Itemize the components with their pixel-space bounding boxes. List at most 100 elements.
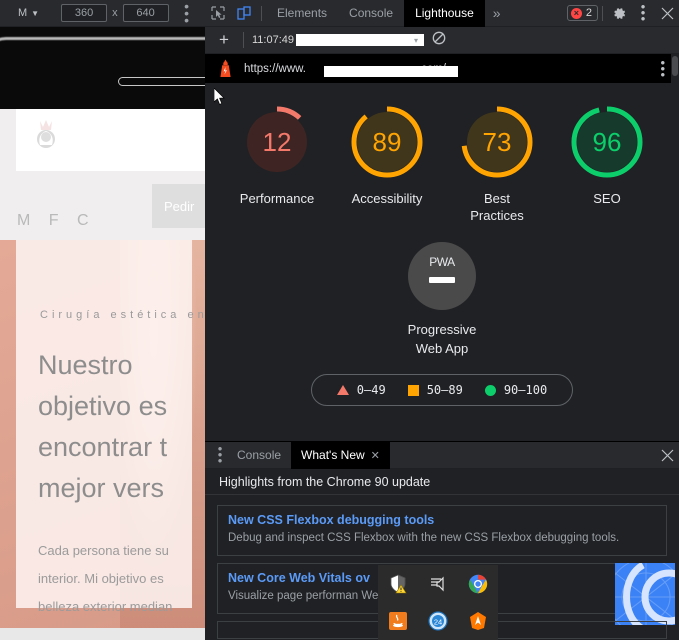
close-icon[interactable]: ✕: [371, 449, 380, 462]
device-width-input[interactable]: 360: [61, 4, 108, 22]
volume-speaker-icon[interactable]: [425, 571, 451, 597]
report-menu-icon[interactable]: • • •: [660, 56, 665, 81]
gauge-label-line1: Best: [483, 191, 510, 206]
gauge-ring: 73: [458, 103, 536, 181]
legend-item-low: 0–49: [336, 383, 386, 397]
device-options-menu-icon[interactable]: • • •: [184, 0, 189, 27]
inspect-cursor-icon[interactable]: [205, 0, 231, 26]
windows-defender-warning-icon[interactable]: [385, 571, 411, 597]
audit-run-select[interactable]: 11:07:49 ▾: [252, 34, 425, 46]
gauge-seo[interactable]: 96 SEO: [558, 103, 656, 224]
gauge-score-value: 89: [372, 126, 402, 157]
page-footer: [0, 628, 205, 640]
drawer-tab-label: Console: [237, 448, 282, 462]
drawer-close-icon[interactable]: [655, 443, 679, 467]
hero-headline-line: encontrar t: [38, 432, 168, 462]
chrome-icon[interactable]: [465, 571, 491, 597]
system-tray-popup: 24: [378, 565, 498, 640]
chevron-down-icon: ▾: [414, 35, 419, 45]
hero-body-line: interior. Mi objetivo es: [38, 571, 164, 586]
hero-kicker: Cirugía estética en: [40, 309, 205, 321]
error-circle-icon: ×: [570, 7, 582, 19]
lighthouse-beacon-icon: [220, 59, 231, 77]
toolbar-divider: [261, 5, 262, 21]
gauge-label: Accessibility: [351, 191, 423, 206]
lighthouse-toolbar: + 11:07:49 ▾: [205, 27, 679, 54]
emulated-viewport[interactable]: M F C Pedir Cirugía estética en Nuestro …: [0, 27, 205, 640]
mouse-cursor-icon: [214, 88, 225, 105]
toolbar-divider: [243, 32, 244, 48]
gauge-score-value: 96: [592, 126, 622, 157]
hero-headline: Nuestro objetivo es encontrar t mejor ve…: [38, 345, 205, 509]
score-gauges: 12 Performance 89 Accessibility 73 Best …: [205, 103, 679, 224]
hero-headline-line: Nuestro: [38, 350, 133, 380]
gauge-ring: 89: [348, 103, 426, 181]
legend-range: 0–49: [356, 383, 386, 397]
redacted-domain: [324, 65, 458, 77]
gauge-label: SEO: [593, 191, 621, 206]
audit-run-timestamp: 11:07:49: [252, 34, 295, 46]
drawer-tab-whats-new[interactable]: What's New ✕: [291, 441, 390, 469]
error-count-badge[interactable]: × 2: [566, 5, 598, 21]
hero-body-line: Cada persona tiene su: [38, 543, 169, 558]
audited-url-bar: https://www.redactedsitedomainxx.com/ ••…: [205, 54, 679, 83]
item-description: Debug and inspect CSS Flexbox with the n…: [228, 532, 620, 544]
devtools-panel: Elements Console Lighthouse » × 2 •••: [205, 0, 679, 640]
avast-icon[interactable]: [465, 608, 491, 634]
pwa-badge-text: PWA: [429, 255, 455, 269]
legend-item-medium: 50–89: [407, 383, 463, 397]
scrollbar-thumb[interactable]: [672, 56, 678, 76]
whats-new-item[interactable]: New CSS Flexbox debugging tools Debug an…: [217, 505, 667, 556]
item-banner-graphic: [615, 563, 675, 625]
score-legend: 0–49 50–89 90–100: [311, 374, 573, 406]
devtools-menu-icon[interactable]: • • •: [631, 0, 655, 25]
error-count: 2: [585, 7, 592, 19]
report-scrollbar[interactable]: [671, 54, 679, 433]
clear-ban-icon[interactable]: [432, 31, 446, 50]
java-icon[interactable]: [385, 608, 411, 634]
pwa-label: Progressive Web App: [407, 322, 477, 356]
tab-console[interactable]: Console: [338, 0, 404, 27]
site-cta-button[interactable]: Pedir: [152, 184, 205, 228]
gauge-score-value: 73: [482, 126, 512, 157]
gauge-label-line2: Practices: [470, 208, 524, 223]
close-icon[interactable]: [655, 1, 679, 25]
gauge-best-practices[interactable]: 73 Best Practices: [448, 103, 546, 224]
redacted-run-name: [296, 34, 425, 46]
updater-24-icon[interactable]: 24: [425, 608, 451, 634]
tab-elements[interactable]: Elements: [266, 0, 338, 27]
hero-body-line: belleza exterior median: [38, 599, 173, 614]
gauge-accessibility[interactable]: 89 Accessibility: [338, 103, 436, 224]
legend-item-high: 90–100: [484, 383, 547, 397]
gauge-performance[interactable]: 12 Performance: [228, 103, 326, 224]
chevron-down-icon: ▼: [31, 8, 40, 18]
device-toolbar: M ▼ 360 x 640 • • •: [0, 0, 205, 27]
circle-icon: [484, 384, 496, 396]
device-height-input[interactable]: 640: [122, 4, 169, 22]
audited-url[interactable]: https://www.redactedsitedomainxx.com/: [244, 63, 458, 77]
item-title[interactable]: New CSS Flexbox debugging tools: [228, 513, 656, 527]
dash-icon: [429, 277, 455, 283]
site-brand-text: M F C: [17, 212, 96, 229]
new-audit-icon[interactable]: +: [213, 30, 235, 50]
mfc-crown-logo-icon: [37, 120, 55, 148]
whats-new-heading: Highlights from the Chrome 90 update: [205, 469, 679, 495]
device-preset-select[interactable]: M ▼: [18, 7, 39, 19]
gauge-ring: 96: [568, 103, 646, 181]
toolbar-divider: [602, 5, 603, 21]
drawer-tabbar: • • • Console What's New ✕: [205, 441, 679, 469]
legend-range: 50–89: [426, 383, 463, 397]
tab-lighthouse[interactable]: Lighthouse: [404, 0, 485, 27]
phone-speaker-graphic: [118, 77, 205, 86]
gear-icon[interactable]: [607, 1, 631, 25]
gauge-ring: 12: [238, 103, 316, 181]
pwa-section[interactable]: PWA Progressive Web App: [205, 242, 679, 358]
device-toolbar-icon[interactable]: [231, 0, 257, 26]
more-tabs-icon[interactable]: »: [485, 5, 509, 21]
device-preset-label: M: [18, 7, 28, 19]
dimension-separator: x: [112, 7, 118, 19]
drawer-menu-icon[interactable]: • • •: [213, 442, 227, 467]
drawer-tab-label: What's New: [301, 448, 365, 462]
screen: M ▼ 360 x 640 • • • M F C Pedir Cirugía …: [0, 0, 679, 640]
drawer-tab-console[interactable]: Console: [227, 442, 291, 469]
